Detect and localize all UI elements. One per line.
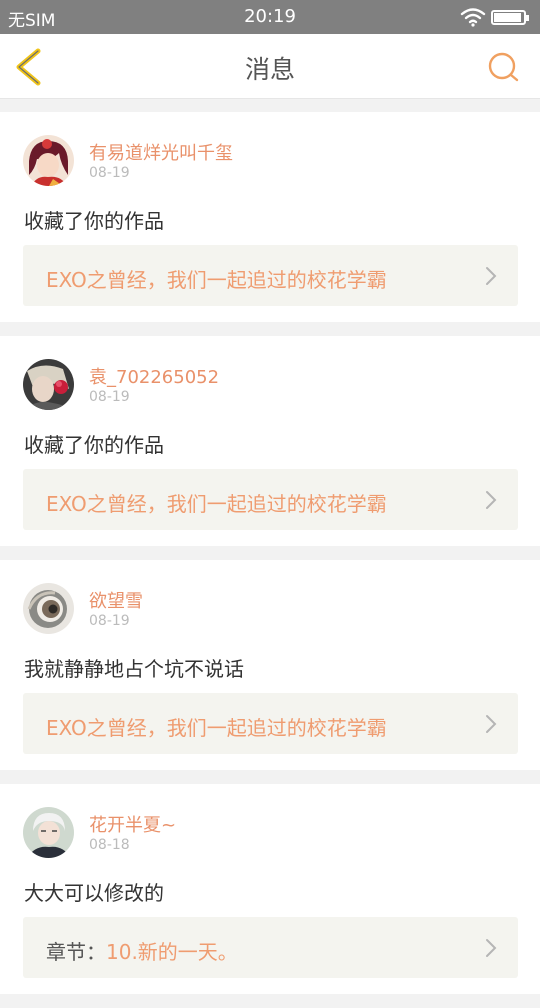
message-card: 有易道烊光叫千玺 08-19 收藏了你的作品 EXO之曾经，我们一起追过的校花学… xyxy=(0,112,540,322)
work-title-text: EXO之曾经，我们一起追过的校花学霸 xyxy=(46,268,387,292)
chevron-right-icon xyxy=(486,267,497,285)
message-card: 花开半夏~ 08-18 大大可以修改的 章节：10.新的一天。 xyxy=(0,784,540,994)
message-text: 收藏了你的作品 xyxy=(24,433,164,457)
message-date: 08-19 xyxy=(89,165,130,181)
username[interactable]: 欲望雪 xyxy=(89,587,143,613)
message-card: 欲望雪 08-19 我就静静地占个坑不说话 EXO之曾经，我们一起追过的校花学霸 xyxy=(0,560,540,770)
avatar[interactable] xyxy=(23,583,74,634)
wifi-icon xyxy=(460,8,486,27)
search-icon[interactable] xyxy=(486,51,520,83)
message-text: 大大可以修改的 xyxy=(24,881,164,905)
work-title-text: EXO之曾经，我们一起追过的校花学霸 xyxy=(46,492,387,516)
work-link[interactable]: EXO之曾经，我们一起追过的校花学霸 xyxy=(23,469,518,530)
work-title-text: 10.新的一天。 xyxy=(106,940,238,964)
work-link[interactable]: EXO之曾经，我们一起追过的校花学霸 xyxy=(23,693,518,754)
status-bar: 无SIM 20:19 xyxy=(0,0,540,34)
work-title: EXO之曾经，我们一起追过的校花学霸 xyxy=(46,712,387,741)
message-card: 袁_702265052 08-19 收藏了你的作品 EXO之曾经，我们一起追过的… xyxy=(0,336,540,546)
message-date: 08-19 xyxy=(89,389,130,405)
battery-icon xyxy=(491,10,529,25)
username[interactable]: 花开半夏~ xyxy=(89,811,176,837)
work-link[interactable]: EXO之曾经，我们一起追过的校花学霸 xyxy=(23,245,518,306)
work-title: EXO之曾经，我们一起追过的校花学霸 xyxy=(46,488,387,517)
chevron-right-icon xyxy=(486,715,497,733)
username[interactable]: 袁_702265052 xyxy=(89,363,219,389)
work-label: 章节： xyxy=(46,940,106,964)
message-list: 有易道烊光叫千玺 08-19 收藏了你的作品 EXO之曾经，我们一起追过的校花学… xyxy=(0,112,540,1008)
username[interactable]: 有易道烊光叫千玺 xyxy=(89,139,233,165)
work-title: EXO之曾经，我们一起追过的校花学霸 xyxy=(46,264,387,293)
avatar[interactable] xyxy=(23,359,74,410)
work-link[interactable]: 章节：10.新的一天。 xyxy=(23,917,518,978)
work-title-text: EXO之曾经，我们一起追过的校花学霸 xyxy=(46,716,387,740)
nav-bar: 消息 xyxy=(0,34,540,99)
message-text: 我就静静地占个坑不说话 xyxy=(24,657,244,681)
avatar[interactable] xyxy=(23,135,74,186)
message-date: 08-19 xyxy=(89,613,130,629)
chevron-right-icon xyxy=(486,491,497,509)
message-date: 08-18 xyxy=(89,837,130,853)
page-title: 消息 xyxy=(244,55,295,84)
avatar[interactable] xyxy=(23,807,74,858)
clock: 20:19 xyxy=(244,6,296,27)
chevron-right-icon xyxy=(486,939,497,957)
message-text: 收藏了你的作品 xyxy=(24,209,164,233)
work-title: 章节：10.新的一天。 xyxy=(46,936,238,965)
